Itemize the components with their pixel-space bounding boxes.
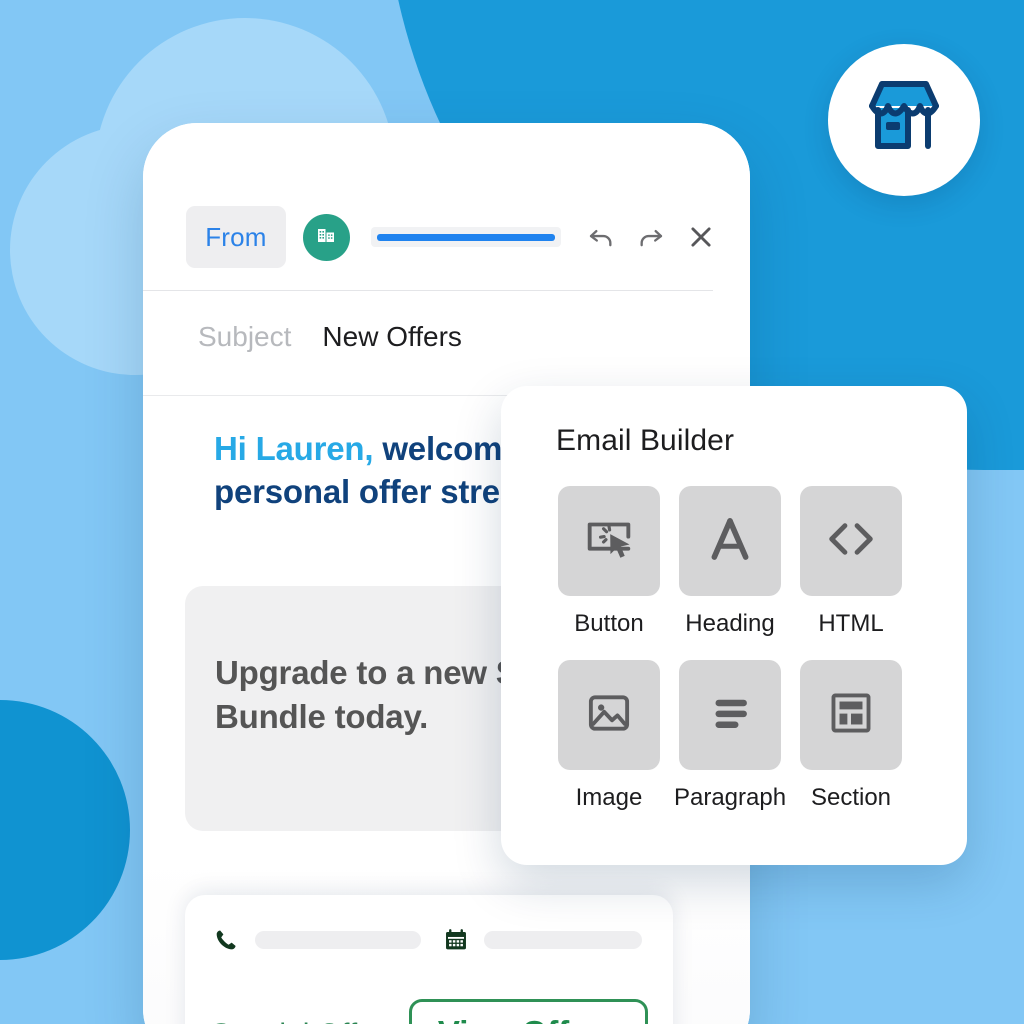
- email-builder-title: Email Builder: [556, 424, 735, 457]
- section-layout-icon: [822, 684, 880, 747]
- builder-tile: [558, 486, 660, 596]
- storefront-logo-badge: [828, 44, 980, 196]
- builder-item-label: HTML: [818, 610, 884, 637]
- email-builder-panel: Email Builder Button Heading HTML Image …: [501, 386, 967, 865]
- builder-item-image[interactable]: Image: [558, 660, 660, 812]
- code-brackets-icon: [822, 510, 880, 573]
- paragraph-lines-icon: [701, 684, 759, 747]
- builder-item-label: Image: [575, 784, 643, 811]
- building-icon: [314, 223, 338, 252]
- builder-tile: [558, 660, 660, 770]
- special-offer-label: Special Offer: [211, 1018, 384, 1024]
- email-builder-grid: Button Heading HTML Image Paragraph Sect…: [558, 486, 918, 812]
- subject-row: Subject New Offers: [198, 321, 462, 353]
- headline-accent: Hi Lauren,: [214, 430, 374, 467]
- builder-tile: [800, 486, 902, 596]
- builder-item-label: Section: [810, 784, 892, 811]
- builder-item-html[interactable]: HTML: [800, 486, 902, 638]
- redo-arrow-icon[interactable]: [636, 222, 666, 252]
- builder-tile: [679, 660, 781, 770]
- redacted-bar: [376, 233, 555, 241]
- calendar-icon: [441, 925, 471, 955]
- toolbar-divider: [143, 290, 713, 291]
- storefront-icon: [858, 76, 950, 165]
- view-offers-button[interactable]: View Offers: [408, 999, 648, 1024]
- builder-item-section[interactable]: Section: [800, 660, 902, 812]
- footer-cta-row: Special Offer View Offers: [211, 999, 661, 1024]
- footer-redacted-bar: [255, 931, 421, 949]
- builder-item-paragraph[interactable]: Paragraph: [674, 660, 786, 812]
- avatar: [302, 213, 350, 261]
- editor-tool-icons: [586, 222, 716, 252]
- builder-item-label: Paragraph: [673, 784, 787, 811]
- compose-toolbar: From: [186, 205, 716, 269]
- subject-value[interactable]: New Offers: [322, 321, 462, 353]
- email-footer-card: Special Offer View Offers: [185, 895, 673, 1024]
- builder-item-heading[interactable]: Heading: [679, 486, 781, 638]
- from-field-chip[interactable]: From: [186, 206, 286, 268]
- phone-icon: [211, 925, 241, 955]
- screenshot-stage: From Subject New Offers Hi Lauren, welco…: [0, 0, 1024, 1024]
- builder-item-label: Heading: [685, 610, 775, 637]
- builder-item-label: Button: [574, 610, 644, 637]
- undo-arrow-icon[interactable]: [586, 222, 616, 252]
- background-circle-shape: [0, 700, 130, 960]
- footer-redacted-bar: [484, 931, 642, 949]
- from-label: From: [205, 221, 267, 252]
- builder-item-button[interactable]: Button: [558, 486, 660, 638]
- builder-tile: [679, 486, 781, 596]
- close-x-icon[interactable]: [686, 222, 716, 252]
- button-click-icon: [580, 510, 638, 573]
- heading-letter-a-icon: [701, 510, 759, 573]
- recipient-redacted-value[interactable]: [370, 227, 561, 247]
- image-picture-icon: [580, 684, 638, 747]
- builder-tile: [800, 660, 902, 770]
- subject-label: Subject: [198, 321, 292, 352]
- footer-meta-row: [211, 924, 651, 956]
